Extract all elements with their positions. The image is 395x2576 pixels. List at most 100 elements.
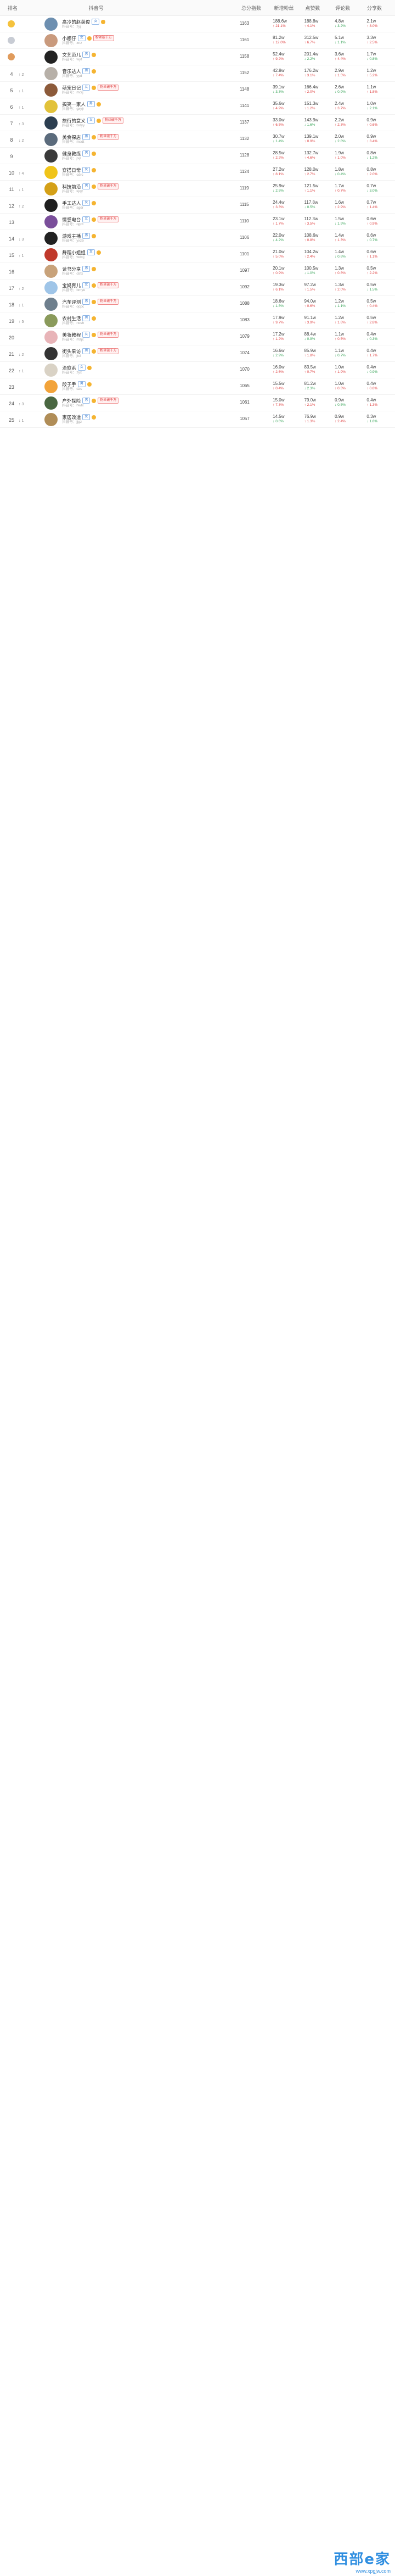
account-cell[interactable]: 情感电台女粉丝破千万 抖音号：qgdt — [37, 215, 238, 228]
account-cell[interactable]: 科技前沿男粉丝破千万 抖音号：kjqy — [37, 182, 238, 195]
account-name[interactable]: 汽车评测 — [62, 299, 81, 305]
account-name[interactable]: 科技前沿 — [62, 184, 81, 189]
account-name[interactable]: 高冷的赵英俊 — [62, 19, 90, 25]
avatar[interactable] — [44, 412, 58, 426]
header-new-fans[interactable]: 新增粉丝 — [272, 4, 303, 12]
account-name[interactable]: 街头采访 — [62, 349, 81, 354]
avatar[interactable] — [44, 17, 58, 31]
header-score[interactable]: 总分指数 — [239, 4, 272, 12]
header-comments[interactable]: 评论数 — [333, 4, 365, 12]
table-row[interactable]: 10 ↑ 4 穿搭日常女抖音号：cdrc 1124 27.2w ↑ 8.1% 128.0w ↑… — [0, 164, 395, 181]
table-row[interactable]: 12 ↑ 2 手工达人女抖音号：sgdr 1115 24.4w ↑ 3.3% 117.8w ↓… — [0, 197, 395, 214]
account-name[interactable]: 情感电台 — [62, 217, 81, 222]
account-name[interactable]: 段子手 — [62, 382, 76, 387]
table-row[interactable]: 8 ↓ 2 美食探店男粉丝破千万 抖音号：msdt 1132 30.7w ↓ 1.4% 139… — [0, 131, 395, 148]
table-row[interactable]: 14 ↓ 3 游戏主播男抖音号：yxzb 1106 22.0w ↓ 4.2% 108.6w ↑… — [0, 230, 395, 247]
table-row[interactable]: 5 ↓ 1 萌宠日记女粉丝破千万 抖音号：mcrj 1148 39.1w ↓ 3.3% 166… — [0, 82, 395, 98]
account-name[interactable]: 音乐达人 — [62, 69, 81, 74]
account-cell[interactable]: 农村生活男抖音号：ncsh — [37, 314, 238, 327]
table-row[interactable]: 16 读书分享男抖音号：dsfx 1097 20.1w ↑ 0.9% 100.5w ↓ 1.… — [0, 263, 395, 280]
account-cell[interactable]: 小娜仔女粉丝破千万 抖音号：xnz — [37, 33, 238, 47]
avatar[interactable] — [44, 248, 58, 261]
account-cell[interactable]: 治愈系女抖音号：zyx — [37, 363, 238, 377]
avatar[interactable] — [44, 50, 58, 64]
avatar[interactable] — [44, 66, 58, 80]
avatar[interactable] — [44, 314, 58, 327]
account-name[interactable]: 美食探店 — [62, 135, 81, 140]
avatar[interactable] — [44, 165, 58, 179]
table-row[interactable]: 6 ↑ 1 搞笑一家人男抖音号：gxyjr 1141 35.6w ↑ 4.9% 151.3w… — [0, 98, 395, 115]
account-name[interactable]: 读书分享 — [62, 266, 81, 272]
avatar[interactable] — [44, 347, 58, 360]
table-row[interactable]: 17 ↑ 2 宝妈育儿女粉丝破千万 抖音号：bmye 1092 19.3w ↑ 6.1% 97… — [0, 280, 395, 296]
table-row[interactable]: 小娜仔女粉丝破千万 抖音号：xnz 1161 81.2w ↑ 12.0% 312.5w ↑ … — [0, 32, 395, 49]
account-cell[interactable]: 美食探店男粉丝破千万 抖音号：msdt — [37, 132, 238, 146]
account-name[interactable]: 手工达人 — [62, 200, 81, 206]
account-cell[interactable]: 美妆教程女 粉丝破千万 抖音号：mzjc — [37, 330, 238, 344]
account-name[interactable]: 小娜仔 — [62, 36, 76, 41]
avatar[interactable] — [44, 231, 58, 245]
account-cell[interactable]: 搞笑一家人男抖音号：gxyjr — [37, 99, 238, 113]
avatar[interactable] — [44, 363, 58, 377]
account-cell[interactable]: 读书分享男抖音号：dsfx — [37, 264, 238, 278]
account-cell[interactable]: 手工达人女抖音号：sgdr — [37, 198, 238, 212]
avatar[interactable] — [44, 33, 58, 47]
avatar[interactable] — [44, 215, 58, 228]
table-row[interactable]: 23 段子手男抖音号：dzs 1065 15.5w ↑ 0.4% 81.2w ↓ 2.3% 1… — [0, 378, 395, 395]
account-name[interactable]: 健身教练 — [62, 151, 81, 157]
account-name[interactable]: 宝妈育儿 — [62, 283, 81, 288]
account-name[interactable]: 农村生活 — [62, 316, 81, 321]
account-cell[interactable]: 家居改造女抖音号：jjgz — [37, 412, 238, 426]
table-row[interactable]: 13 情感电台女粉丝破千万 抖音号：qgdt 1110 23.1w ↑ 1.7% 112.3… — [0, 214, 395, 230]
avatar[interactable] — [44, 83, 58, 97]
header-shares[interactable]: 分享数 — [365, 4, 395, 12]
table-row[interactable]: 7 ↑ 3 旅行的意义女粉丝破千万 抖音号：lxdyy 1137 33.0w ↑ 6.5% 1… — [0, 115, 395, 131]
avatar[interactable] — [44, 264, 58, 278]
account-cell[interactable]: 户外探险男 粉丝破千万 抖音号：hwtx — [37, 396, 238, 410]
account-name[interactable]: 萌宠日记 — [62, 85, 81, 91]
table-row[interactable]: 15 ↑ 1 舞蹈小姐姐女抖音号：wdxjj 1101 21.0w ↑ 5.0% 104.2… — [0, 247, 395, 263]
table-row[interactable]: 11 ↓ 1 科技前沿男粉丝破千万 抖音号：kjqy 1119 25.9w ↓ 2.5% 12… — [0, 181, 395, 197]
account-cell[interactable]: 萌宠日记女 粉丝破千万 抖音号：mcrj — [37, 83, 238, 97]
account-cell[interactable]: 游戏主播男抖音号：yxzb — [37, 231, 238, 245]
avatar[interactable] — [44, 116, 58, 130]
account-name[interactable]: 舞蹈小姐姐 — [62, 250, 86, 255]
table-row[interactable]: 22 ↑ 1 治愈系女抖音号：zyx 1070 16.0w ↑ 2.6% 83.5w ↑ 0.… — [0, 362, 395, 378]
avatar[interactable] — [44, 281, 58, 294]
avatar[interactable] — [44, 99, 58, 113]
table-row[interactable]: 4 ↑ 2 音乐达人男抖音号：yyd 1152 42.8w ↑ 7.4% 176.2w ↑ 3… — [0, 65, 395, 82]
table-row[interactable]: 25 ↓ 1 家居改造女抖音号：jjgz 1057 14.5w ↓ 0.6% 76.9w ↑ … — [0, 411, 395, 428]
account-cell[interactable]: 汽车评测男 粉丝破千万 抖音号：qcpc — [37, 297, 238, 311]
avatar[interactable] — [44, 149, 58, 163]
account-cell[interactable]: 高冷的赵英俊女抖音号：zyj — [37, 17, 238, 31]
account-cell[interactable]: 舞蹈小姐姐女抖音号：wdxjj — [37, 248, 238, 261]
account-name[interactable]: 户外探险 — [62, 398, 81, 404]
account-name[interactable]: 搞笑一家人 — [62, 102, 86, 107]
account-name[interactable]: 游戏主播 — [62, 233, 81, 239]
avatar[interactable] — [44, 396, 58, 410]
table-row[interactable]: 文艺范儿男抖音号：wyf 1158 52.4w ↑ 9.2% 201.4w ↓ 2.2% 3… — [0, 49, 395, 65]
avatar[interactable] — [44, 330, 58, 344]
table-row[interactable]: 21 ↓ 2 街头采访男粉丝破千万 抖音号：jtcf 1074 16.6w ↓ 2.9% 85… — [0, 345, 395, 362]
table-row[interactable]: 19 ↑ 5 农村生活男抖音号：ncsh 1083 17.9w ↑ 9.7% 91.1w ↑ … — [0, 312, 395, 329]
account-cell[interactable]: 穿搭日常女抖音号：cdrc — [37, 165, 238, 179]
table-row[interactable]: 24 ↑ 3 户外探险男粉丝破千万 抖音号：hwtx 1061 15.0w ↑ 7.3% 79… — [0, 395, 395, 411]
account-cell[interactable]: 健身教练男抖音号：jsjl — [37, 149, 238, 163]
account-name[interactable]: 旅行的意义 — [62, 118, 86, 124]
avatar[interactable] — [44, 182, 58, 195]
avatar[interactable] — [44, 379, 58, 393]
table-row[interactable]: 9 健身教练男抖音号：jsjl 1128 28.5w ↑ 2.2% 132.7w ↑ 4.6… — [0, 148, 395, 164]
account-name[interactable]: 穿搭日常 — [62, 167, 81, 173]
account-name[interactable]: 家居改造 — [62, 415, 81, 420]
account-cell[interactable]: 旅行的意义女 粉丝破千万 抖音号：lxdyy — [37, 116, 238, 130]
account-cell[interactable]: 音乐达人男抖音号：yyd — [37, 66, 238, 80]
account-cell[interactable]: 街头采访男粉丝破千万 抖音号：jtcf — [37, 347, 238, 360]
account-name[interactable]: 文艺范儿 — [62, 52, 81, 58]
avatar[interactable] — [44, 297, 58, 311]
avatar[interactable] — [44, 198, 58, 212]
account-name[interactable]: 美妆教程 — [62, 332, 81, 338]
account-cell[interactable]: 段子手男抖音号：dzs — [37, 379, 238, 393]
account-cell[interactable]: 文艺范儿男抖音号：wyf — [37, 50, 238, 64]
account-cell[interactable]: 宝妈育儿女粉丝破千万 抖音号：bmye — [37, 281, 238, 294]
table-row[interactable]: 高冷的赵英俊女抖音号：zyj 1163 188.6w ↑ 21.1% 188.8w ↑ 4… — [0, 16, 395, 32]
